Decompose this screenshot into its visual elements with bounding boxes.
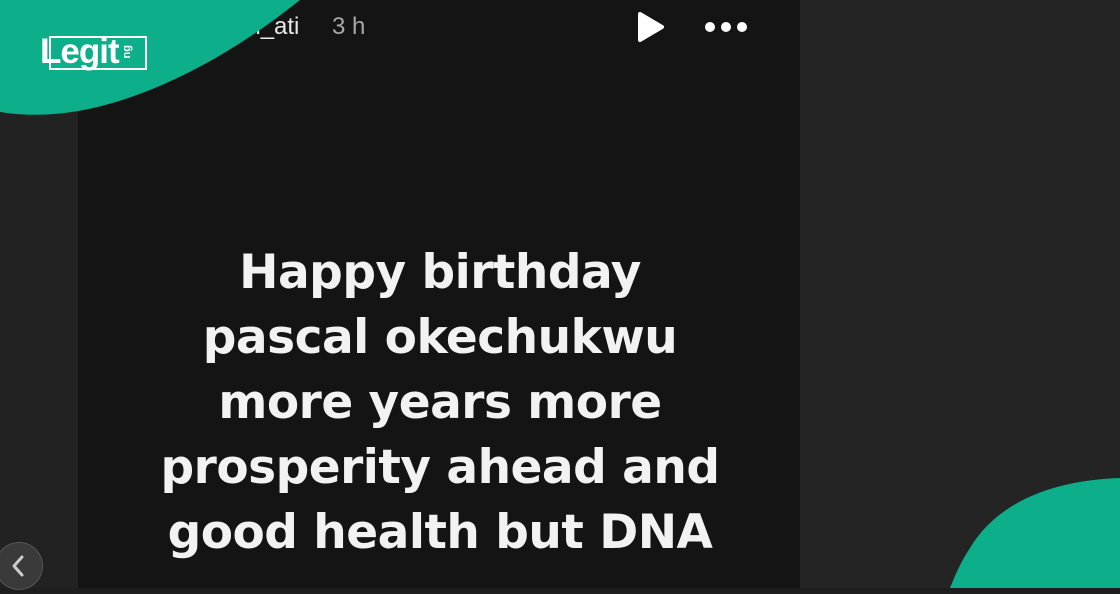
previous-story-button[interactable] bbox=[0, 542, 43, 590]
legit-logo[interactable]: Legit ng bbox=[40, 32, 147, 72]
story-text-line: Happy birthday bbox=[239, 245, 641, 300]
story-timestamp: 3 h bbox=[332, 13, 366, 40]
play-icon bbox=[638, 12, 664, 42]
more-options-icon bbox=[705, 22, 747, 32]
story-text-line: good health but DNA bbox=[167, 505, 713, 560]
story-text: Happy birthday pascal okechukwu more yea… bbox=[100, 240, 780, 565]
story-text-line: more years more bbox=[218, 375, 662, 430]
decorative-corner-shape bbox=[950, 478, 1120, 588]
play-button[interactable] bbox=[630, 8, 670, 46]
logo-tld: ng bbox=[120, 45, 133, 59]
story-text-line: prosperity ahead and bbox=[160, 440, 720, 495]
chevron-left-icon bbox=[12, 555, 24, 577]
logo-word: Legit bbox=[40, 32, 120, 71]
more-options-button[interactable] bbox=[700, 10, 752, 44]
story-text-line: pascal okechukwu bbox=[202, 310, 678, 365]
